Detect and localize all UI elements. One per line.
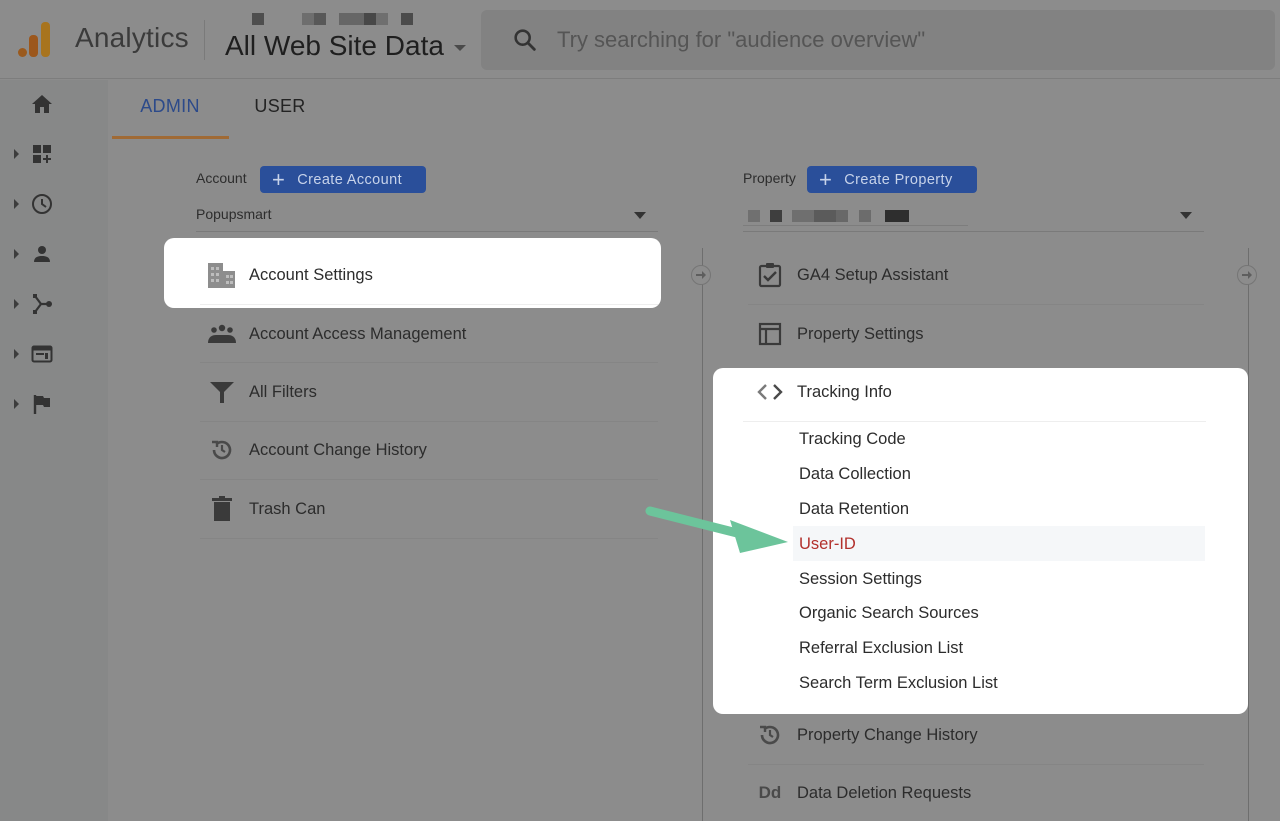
view-name: All Web Site Data: [225, 30, 444, 61]
menu-data-deletion-requests[interactable]: Dd Data Deletion Requests: [748, 764, 1206, 821]
layout-icon: [755, 319, 785, 349]
menu-label: Account Settings: [249, 265, 373, 284]
left-nav-sidebar: [0, 80, 108, 821]
code-icon: [755, 377, 785, 407]
logo-bar-tall: [41, 22, 50, 57]
column-divider: [1248, 248, 1249, 821]
dd-icon: Dd: [758, 783, 782, 802]
menu-label: Trash Can: [249, 499, 326, 518]
submenu-session-settings[interactable]: Session Settings: [799, 570, 922, 589]
view-selector[interactable]: All Web Site Data: [225, 30, 466, 62]
arrow-right-icon: [696, 271, 706, 279]
create-account-label: Create Account: [297, 171, 402, 188]
expand-arrow-icon[interactable]: [14, 299, 19, 309]
flag-icon: [33, 395, 50, 414]
history-icon: [755, 720, 785, 750]
menu-all-filters[interactable]: All Filters: [200, 363, 658, 421]
account-selector[interactable]: Popupsmart: [196, 200, 658, 232]
active-tab-indicator: [112, 136, 229, 139]
nav-realtime[interactable]: [0, 184, 108, 224]
chevron-down-icon: [453, 45, 466, 51]
menu-account-change-history[interactable]: Account Change History: [200, 421, 658, 479]
create-property-button[interactable]: + Create Property: [807, 166, 977, 193]
trash-icon: [207, 494, 237, 524]
chevron-down-icon: [1180, 212, 1192, 219]
chevron-down-icon: [634, 212, 646, 219]
property-column-label: Property: [743, 170, 796, 186]
menu-account-settings[interactable]: Account Settings: [200, 246, 658, 304]
expand-arrow-icon[interactable]: [14, 149, 19, 159]
tab-admin[interactable]: ADMIN: [112, 96, 228, 138]
property-selector[interactable]: [743, 200, 1204, 232]
nav-conversions[interactable]: [0, 384, 108, 424]
account-selected-value: Popupsmart: [196, 206, 272, 222]
create-property-label: Create Property: [844, 171, 953, 188]
nav-audience[interactable]: [0, 234, 108, 274]
building-icon: [207, 260, 237, 290]
menu-label: All Filters: [249, 382, 317, 401]
app-name: Analytics: [75, 22, 189, 53]
tab-user[interactable]: USER: [228, 96, 332, 138]
column-divider: [702, 248, 703, 821]
history-icon: [207, 435, 237, 465]
search-input[interactable]: [557, 27, 1207, 53]
submenu-organic-search-sources[interactable]: Organic Search Sources: [799, 604, 979, 623]
account-to-property-connector[interactable]: [691, 265, 711, 285]
menu-ga4-setup-assistant[interactable]: GA4 Setup Assistant: [748, 246, 1206, 304]
expand-arrow-icon[interactable]: [14, 349, 19, 359]
row-divider: [743, 421, 1206, 422]
nav-acquisition[interactable]: [0, 284, 108, 324]
acquisition-icon: [33, 294, 52, 314]
submenu-data-collection[interactable]: Data Collection: [799, 465, 911, 484]
nav-home[interactable]: [0, 84, 108, 124]
submenu-user-id[interactable]: User-ID: [799, 535, 856, 554]
menu-tracking-info[interactable]: Tracking Info: [748, 363, 1206, 421]
search-icon: [514, 29, 536, 51]
menu-label: Data Deletion Requests: [797, 783, 972, 802]
create-account-button[interactable]: + Create Account: [260, 166, 426, 193]
clock-icon: [32, 194, 52, 214]
plus-icon: +: [819, 166, 833, 192]
menu-property-settings[interactable]: Property Settings: [748, 305, 1206, 363]
nav-customization[interactable]: [0, 134, 108, 174]
analytics-logo-icon[interactable]: [18, 20, 54, 60]
home-icon: [32, 95, 52, 113]
person-icon: [34, 246, 50, 262]
account-column-label: Account: [196, 170, 247, 186]
menu-label: Property Change History: [797, 725, 978, 744]
menu-label: Account Access Management: [249, 324, 467, 343]
submenu-data-retention[interactable]: Data Retention: [799, 500, 909, 519]
nav-behavior[interactable]: [0, 334, 108, 374]
menu-label: Tracking Info: [797, 382, 892, 401]
arrow-right-icon: [1242, 271, 1252, 279]
property-to-view-connector[interactable]: [1237, 265, 1257, 285]
behavior-icon: [31, 345, 53, 363]
top-header: Analytics All Web Site Data: [0, 0, 1280, 79]
menu-label: GA4 Setup Assistant: [797, 265, 949, 284]
logo-bar-mid: [29, 35, 38, 57]
menu-trash-can[interactable]: Trash Can: [200, 480, 658, 538]
customization-icon: [33, 145, 51, 163]
menu-label: Account Change History: [249, 440, 427, 459]
clipboard-check-icon: [755, 260, 785, 290]
people-icon: [207, 319, 237, 349]
submenu-referral-exclusion-list[interactable]: Referral Exclusion List: [799, 639, 963, 658]
filter-icon: [207, 377, 237, 407]
header-divider: [204, 20, 205, 60]
submenu-tracking-code[interactable]: Tracking Code: [799, 430, 906, 449]
row-divider: [200, 538, 658, 539]
submenu-search-term-exclusion-list[interactable]: Search Term Exclusion List: [799, 674, 998, 693]
logo-dot: [18, 48, 27, 57]
menu-property-change-history[interactable]: Property Change History: [748, 706, 1206, 764]
expand-arrow-icon[interactable]: [14, 199, 19, 209]
search-bar[interactable]: [481, 10, 1275, 70]
menu-label: Property Settings: [797, 324, 924, 343]
expand-arrow-icon[interactable]: [14, 249, 19, 259]
plus-icon: +: [272, 166, 286, 192]
expand-arrow-icon[interactable]: [14, 399, 19, 409]
menu-account-access-management[interactable]: Account Access Management: [200, 305, 658, 363]
